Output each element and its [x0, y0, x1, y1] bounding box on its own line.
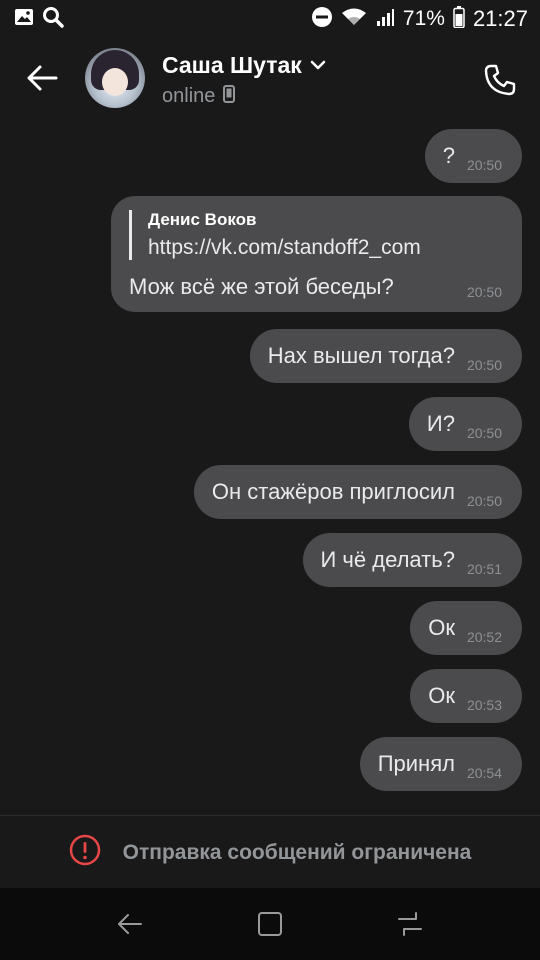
message-text: И?: [426, 411, 455, 436]
message-bubble[interactable]: Ок 20:52: [410, 601, 522, 655]
wifi-icon: [341, 7, 367, 32]
message-time: 20:53: [466, 697, 502, 713]
message-time: 20:54: [466, 765, 502, 781]
message-time: 20:50: [466, 284, 502, 300]
message-bubble[interactable]: Он стажёров приглосил 20:50: [193, 465, 522, 519]
message-time: 20:52: [466, 629, 502, 645]
message-bubble[interactable]: Принял 20:54: [359, 737, 522, 791]
nav-recents-button[interactable]: [388, 902, 432, 946]
contact-status-row: online: [162, 85, 326, 108]
contact-name: Саша Шутак: [162, 52, 302, 78]
nav-back-button[interactable]: [108, 902, 152, 946]
messaging-restricted-bar: Отправка сообщений ограничена: [0, 815, 540, 889]
avatar[interactable]: [85, 48, 145, 108]
restriction-text: Отправка сообщений ограничена: [122, 840, 472, 864]
home-square-icon: [258, 912, 282, 936]
battery-icon: [453, 5, 465, 33]
do-not-disturb-icon: [311, 6, 333, 33]
system-nav-bar: [0, 888, 540, 960]
message-time: 20:50: [466, 157, 502, 173]
message-text: Ок: [428, 615, 455, 640]
nav-back-icon: [118, 914, 142, 934]
quoted-message[interactable]: Денис Воков https://vk.com/standoff2_com: [129, 210, 502, 260]
status-bar-left: [14, 6, 64, 33]
message-bubble[interactable]: Ок 20:53: [410, 669, 522, 723]
contact-status: online: [162, 85, 216, 107]
chat-header: Саша Шутак online: [0, 38, 540, 120]
call-button[interactable]: [478, 58, 522, 102]
nav-home-button[interactable]: [248, 902, 292, 946]
chevron-down-icon: [310, 57, 326, 75]
mobile-device-icon: [223, 85, 236, 108]
battery-percent: 71%: [402, 7, 445, 30]
contact-name-row[interactable]: Саша Шутак: [162, 52, 326, 79]
back-arrow-icon: [27, 65, 58, 91]
chat-screen: 71% 21:27 Саша Шутак online ? 20:50 Дени…: [0, 0, 540, 960]
reply-message-bubble[interactable]: Денис Воков https://vk.com/standoff2_com…: [111, 196, 522, 312]
clock: 21:27: [472, 6, 528, 31]
status-bar-right: 71% 21:27: [311, 5, 528, 33]
message-bubble[interactable]: Нах вышел тогда? 20:50: [249, 329, 522, 383]
message-text: И чё делать?: [320, 547, 455, 572]
message-text: Мож всё же этой беседы?: [129, 274, 394, 299]
gallery-icon: [14, 8, 34, 31]
message-text: Принял: [377, 751, 455, 776]
message-text: Он стажёров приглосил: [211, 479, 455, 504]
quote-author: Денис Воков: [148, 210, 257, 229]
message-bubble[interactable]: ? 20:50: [424, 129, 522, 183]
message-bubble[interactable]: И чё делать? 20:51: [302, 533, 522, 587]
message-time: 20:50: [466, 493, 502, 509]
message-time: 20:51: [466, 561, 502, 577]
reply-message-row: Мож всё же этой беседы? 20:50: [129, 266, 502, 300]
message-time: 20:50: [466, 357, 502, 373]
contact-info[interactable]: Саша Шутак online: [162, 52, 326, 108]
recents-icon: [398, 912, 422, 936]
message-time: 20:50: [466, 425, 502, 441]
phone-icon: [484, 64, 516, 96]
message-text: Нах вышел тогда?: [267, 343, 455, 368]
message-list[interactable]: ? 20:50 Денис Воков https://vk.com/stand…: [0, 120, 540, 815]
back-button[interactable]: [22, 58, 62, 98]
quote-link[interactable]: https://vk.com/standoff2_com: [148, 236, 502, 260]
message-text: Ок: [428, 683, 455, 708]
signal-icon: [375, 7, 395, 32]
message-text: ?: [442, 143, 455, 168]
alert-icon: [69, 834, 101, 871]
search-icon: [42, 6, 64, 33]
message-bubble[interactable]: И? 20:50: [408, 397, 522, 451]
status-bar: 71% 21:27: [0, 0, 540, 38]
